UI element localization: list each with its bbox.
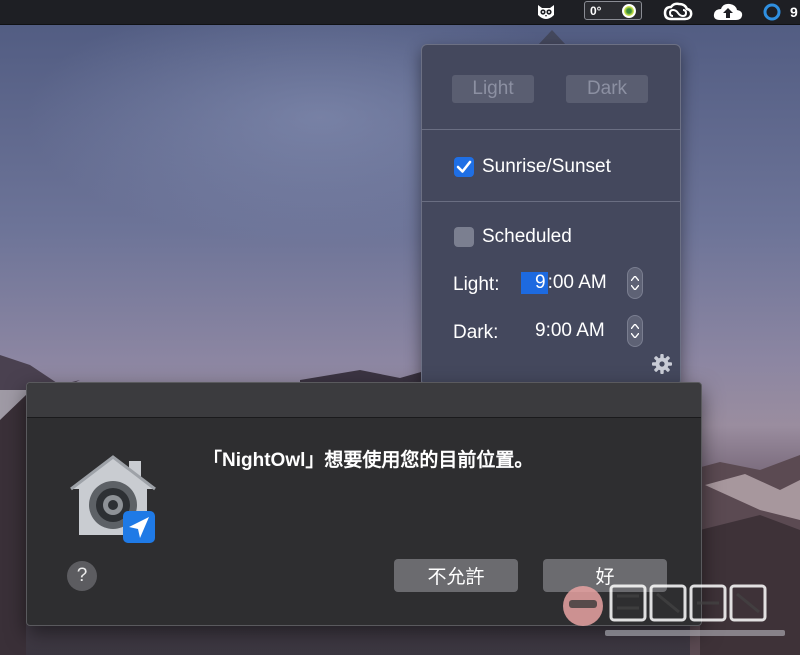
light-time-rest[interactable]: :00 AM [548,272,607,294]
light-time-field[interactable]: 9 :00 AM [521,272,607,294]
light-time-label: Light: [453,274,500,295]
clipped-menu-text: 9 [790,4,798,20]
sunrise-sunset-checkbox[interactable] [454,157,474,177]
dark-time-field[interactable]: 9:00 AM [535,320,605,342]
chevron-down-icon[interactable] [631,333,639,338]
temperature-widget[interactable]: 0° [584,1,642,20]
watermark-logo [563,584,785,636]
dialog-message: 「NightOwl」想要使用您的目前位置。 [203,450,534,471]
light-mode-button[interactable]: Light [452,75,534,103]
help-button[interactable]: ? [67,561,97,591]
chevron-up-icon[interactable] [631,276,639,281]
separator [422,129,680,130]
dark-time-label: Dark: [453,322,499,343]
chevron-up-icon[interactable] [631,324,639,329]
checkmark-icon [456,160,472,173]
deny-button[interactable]: 不允許 [394,559,518,592]
creative-cloud-icon[interactable] [662,0,694,24]
weather-dot-icon [622,3,636,18]
temperature-value: 0° [590,3,602,18]
scheduled-label[interactable]: Scheduled [482,226,572,248]
dialog-titlebar [27,383,701,418]
ring-icon[interactable] [760,0,784,24]
dark-time-value[interactable]: 9:00 AM [535,320,605,342]
dark-time-stepper[interactable] [627,315,643,347]
location-house-icon [70,455,156,543]
cloud-upload-icon[interactable] [710,0,746,24]
nightowl-popover: Light Dark Sunrise/Sunset Scheduled Ligh… [421,44,681,386]
dark-mode-button[interactable]: Dark [566,75,648,103]
menu-bar: 0° 9 [0,0,800,25]
popover-arrow [538,30,566,45]
chevron-down-icon[interactable] [631,285,639,290]
owl-icon[interactable] [533,0,559,24]
sunrise-sunset-label[interactable]: Sunrise/Sunset [482,156,611,178]
gear-icon[interactable] [651,353,673,375]
light-hour-segment[interactable]: 9 [521,272,548,294]
light-time-stepper[interactable] [627,267,643,299]
separator [422,201,680,202]
scheduled-checkbox[interactable] [454,227,474,247]
